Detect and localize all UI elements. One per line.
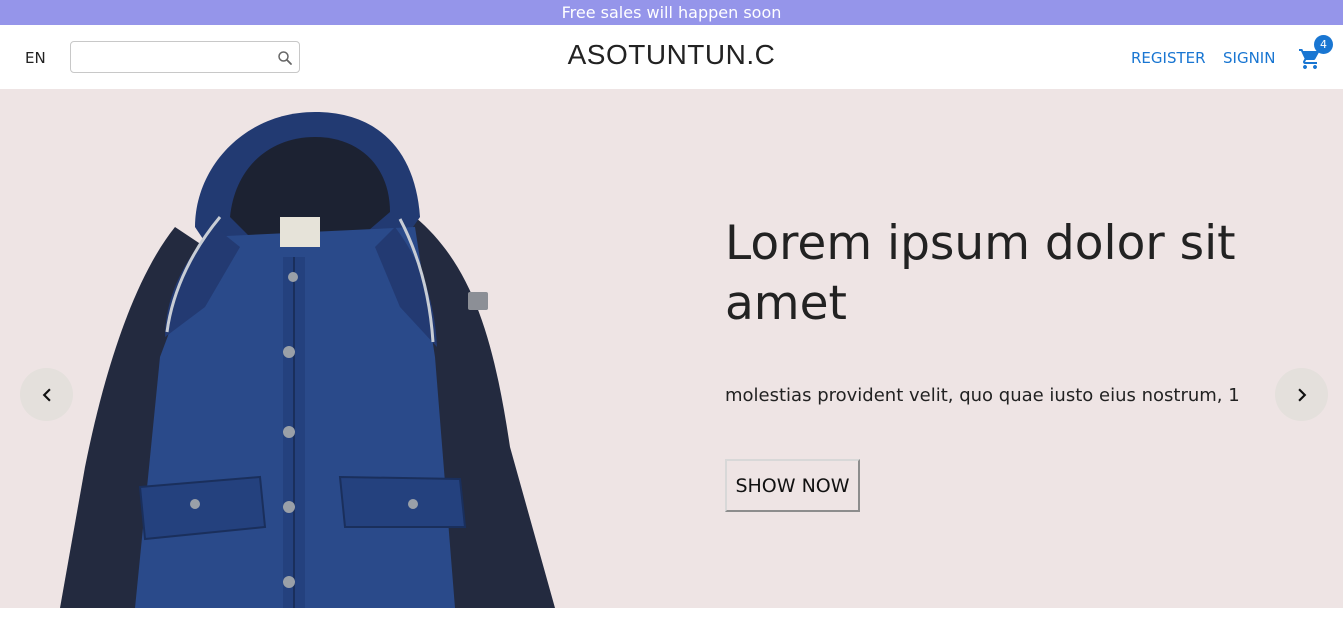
cart-button[interactable]: 4	[1298, 35, 1333, 71]
language-selector[interactable]: EN	[25, 49, 46, 67]
product-image	[60, 112, 555, 608]
chevron-right-icon	[1297, 388, 1306, 401]
show-now-button[interactable]: SHOW NOW	[725, 459, 860, 512]
slider-next-button[interactable]	[1275, 368, 1328, 421]
slider-prev-button[interactable]	[20, 368, 73, 421]
cart-count-badge: 4	[1314, 35, 1333, 54]
slide-title: Lorem ipsum dolor sit amet	[725, 216, 1236, 331]
announcement-bar: Free sales will happen soon	[0, 0, 1343, 25]
hero-slider: Lorem ipsum dolor sit amet molestias pro…	[0, 89, 1343, 608]
search-box	[70, 41, 300, 73]
search-icon[interactable]	[276, 49, 294, 67]
slide-description: molestias provident velit, quo quae iust…	[725, 385, 1240, 406]
chevron-left-icon	[42, 388, 51, 401]
navbar: EN ASOTUNTUN.C REGISTER SIGNIN 4	[0, 25, 1343, 89]
signin-link[interactable]: SIGNIN	[1223, 49, 1275, 67]
search-input[interactable]	[77, 46, 272, 68]
register-link[interactable]: REGISTER	[1131, 49, 1206, 67]
brand-logo[interactable]: ASOTUNTUN.C	[568, 39, 776, 70]
announcement-text: Free sales will happen soon	[561, 3, 782, 22]
